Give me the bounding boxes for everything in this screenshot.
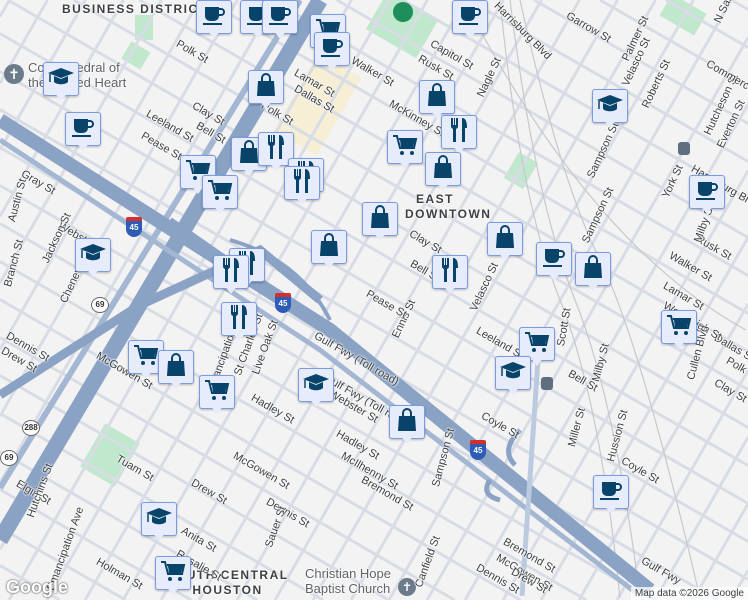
graduation-marker[interactable] — [141, 502, 177, 544]
bag-marker[interactable] — [362, 202, 398, 244]
fork-knife-icon — [228, 304, 250, 335]
area-label-cbd: BUSINESS DISTRICT — [62, 2, 208, 16]
graduation-marker[interactable] — [298, 368, 334, 410]
coffee-marker[interactable] — [689, 175, 725, 217]
fork-knife-icon — [291, 168, 313, 199]
bag-icon — [494, 224, 516, 254]
park-icon[interactable] — [393, 2, 413, 22]
cart-marker[interactable] — [202, 175, 238, 217]
coffee-marker[interactable] — [452, 0, 488, 42]
coffee-icon — [202, 4, 226, 31]
cart-icon — [160, 560, 186, 587]
graduation-marker[interactable] — [75, 238, 111, 280]
coffee-icon — [268, 4, 292, 31]
graduation-marker[interactable] — [495, 356, 531, 398]
highway-shield-icon: 45 — [275, 293, 291, 313]
bag-icon — [432, 154, 454, 184]
church-icon[interactable]: ✝ — [4, 64, 24, 84]
highway-shield-icon: 45 — [126, 217, 142, 237]
cart-marker[interactable] — [387, 130, 423, 172]
bag-icon — [165, 352, 187, 382]
cart-icon — [524, 331, 550, 358]
bag-icon — [238, 139, 260, 169]
area-label-east-downtown: EAST DOWNTOWN — [405, 192, 492, 221]
bag-marker[interactable] — [487, 222, 523, 264]
cart-marker[interactable] — [661, 310, 697, 352]
coffee-icon — [695, 179, 719, 206]
fork-knife-icon — [220, 257, 242, 288]
bag-icon — [318, 232, 340, 262]
graduation-icon — [499, 360, 527, 387]
fork-knife-icon — [448, 117, 470, 148]
fork-knife-marker[interactable] — [432, 255, 468, 297]
coffee-icon — [599, 479, 623, 506]
bag-icon — [255, 72, 277, 102]
bag-marker[interactable] — [575, 252, 611, 294]
coffee-icon — [71, 116, 95, 143]
google-logo: Google — [6, 577, 68, 597]
transit-icon[interactable] — [678, 142, 690, 155]
graduation-icon — [79, 242, 107, 269]
coffee-marker[interactable] — [593, 475, 629, 517]
highway-shield-icon: 69 — [0, 450, 18, 466]
cart-marker[interactable] — [199, 375, 235, 417]
coffee-marker[interactable] — [65, 112, 101, 154]
fork-knife-icon — [265, 134, 287, 165]
graduation-marker[interactable] — [592, 89, 628, 131]
bag-icon — [426, 82, 448, 112]
highway-shield-icon: 45 — [470, 440, 486, 460]
graduation-icon — [47, 66, 75, 93]
coffee-marker[interactable] — [314, 32, 350, 74]
coffee-marker[interactable] — [196, 0, 232, 42]
bag-icon — [582, 254, 604, 284]
poi-church[interactable]: Christian Hope Baptist Church — [305, 566, 395, 596]
cart-icon — [666, 314, 692, 341]
graduation-icon — [596, 93, 624, 120]
bag-marker[interactable] — [425, 152, 461, 194]
graduation-icon — [145, 506, 173, 533]
cart-icon — [207, 179, 233, 206]
fork-knife-marker[interactable] — [284, 166, 320, 208]
map-attribution[interactable]: Map data ©2026 Google — [630, 587, 748, 600]
bag-marker[interactable] — [158, 350, 194, 392]
cart-icon — [392, 134, 418, 161]
transit-icon[interactable] — [541, 377, 553, 390]
bag-icon — [369, 204, 391, 234]
bag-marker[interactable] — [389, 405, 425, 447]
highway-shield-icon: 69 — [91, 297, 109, 313]
cart-icon — [204, 379, 230, 406]
cart-marker[interactable] — [155, 556, 191, 598]
coffee-icon — [320, 36, 344, 63]
highway-shield-icon: 288 — [22, 420, 40, 436]
fork-knife-marker[interactable] — [441, 115, 477, 157]
coffee-marker[interactable] — [262, 0, 298, 42]
coffee-marker[interactable] — [536, 242, 572, 284]
coffee-icon — [458, 4, 482, 31]
graduation-icon — [302, 372, 330, 399]
fork-knife-marker[interactable] — [213, 255, 249, 297]
bag-icon — [396, 407, 418, 437]
fork-knife-icon — [439, 257, 461, 288]
fork-knife-marker[interactable] — [221, 302, 257, 344]
graduation-marker[interactable] — [43, 62, 79, 104]
coffee-icon — [542, 246, 566, 273]
bag-marker[interactable] — [248, 70, 284, 112]
bag-marker[interactable] — [311, 230, 347, 272]
cart-icon — [133, 344, 159, 371]
